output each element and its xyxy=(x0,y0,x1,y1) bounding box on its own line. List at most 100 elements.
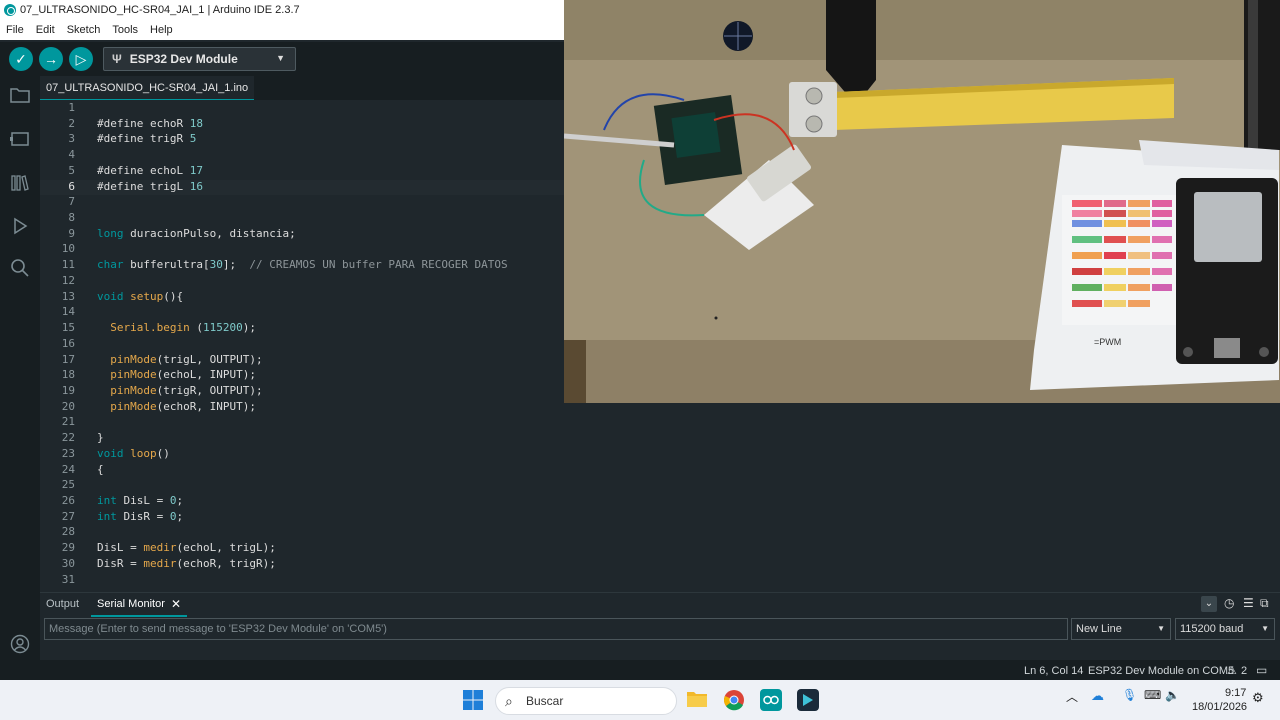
line-number: 15 xyxy=(61,321,75,335)
menu-tools[interactable]: Tools xyxy=(106,24,144,36)
board-selector[interactable]: Ψ ESP32 Dev Module ▼ xyxy=(103,47,296,71)
activity-sidebar xyxy=(0,76,40,680)
debug-panel-icon[interactable] xyxy=(9,215,31,237)
line-number: 18 xyxy=(61,368,75,382)
code-line[interactable]: 26 int DisL = 0; xyxy=(40,494,564,509)
close-icon[interactable]: ✕ xyxy=(171,597,181,611)
network-icon[interactable]: ⌨ xyxy=(1144,688,1161,702)
code-line[interactable]: 1 xyxy=(40,101,564,116)
chevron-down-icon: ▼ xyxy=(1157,624,1165,633)
tab-serial-monitor[interactable]: Serial Monitor xyxy=(97,598,165,610)
upload-button[interactable]: → xyxy=(39,47,63,71)
line-number: 31 xyxy=(61,572,75,586)
line-number: 8 xyxy=(68,211,75,225)
arduino-ide-taskbar-icon[interactable] xyxy=(760,689,782,711)
windows-start-icon[interactable] xyxy=(463,690,483,710)
menu-sketch[interactable]: Sketch xyxy=(61,24,107,36)
code-line[interactable]: 19 pinMode(trigR, OUTPUT); xyxy=(40,384,564,399)
debug-button[interactable]: ▷ xyxy=(69,47,93,71)
code-line[interactable]: 6 #define trigL 16 xyxy=(40,179,564,195)
bottom-panel-tabs: Output Serial Monitor ✕ ⌄ ◷ ☰ ⧉ xyxy=(40,592,1280,617)
code-text: pinMode(trigR, OUTPUT); xyxy=(110,383,263,397)
code-line[interactable]: 5 #define echoL 17 xyxy=(40,164,564,179)
code-line[interactable]: 20 pinMode(echoR, INPUT); xyxy=(40,400,564,415)
line-number: 14 xyxy=(61,305,75,319)
account-icon[interactable] xyxy=(9,633,31,655)
code-text: long duracionPulso, distancia; xyxy=(97,226,296,240)
code-line[interactable]: 8 xyxy=(40,211,564,226)
code-line[interactable]: 12 xyxy=(40,274,564,289)
taskbar-search[interactable]: ⌕ Buscar xyxy=(495,687,677,715)
code-line[interactable]: 18 pinMode(echoL, INPUT); xyxy=(40,368,564,383)
code-line[interactable]: 27 int DisR = 0; xyxy=(40,510,564,525)
library-icon[interactable] xyxy=(9,172,31,194)
cursor-position[interactable]: Ln 6, Col 14 xyxy=(1024,665,1083,677)
code-line[interactable]: 25 xyxy=(40,478,564,493)
windows-taskbar: ⌕ Buscar ︿ ☁ 🎙 ⌨ 🔈 9:17 18/01/2026 ⚙ xyxy=(0,680,1280,720)
taskbar-date[interactable]: 18/01/2026 xyxy=(1192,701,1247,713)
code-line[interactable]: 21 xyxy=(40,415,564,430)
window-title: 07_ULTRASONIDO_HC-SR04_JAI_1 | Arduino I… xyxy=(20,4,300,16)
folder-icon[interactable] xyxy=(9,84,31,106)
code-line[interactable]: 16 xyxy=(40,337,564,352)
board-port-status[interactable]: ESP32 Dev Module on COM5 xyxy=(1088,665,1234,677)
code-line[interactable]: 15 Serial.begin (115200); xyxy=(40,321,564,336)
search-icon[interactable] xyxy=(9,257,31,279)
menu-file[interactable]: File xyxy=(0,24,30,36)
code-line[interactable]: 31 xyxy=(40,573,564,588)
code-text: } xyxy=(97,431,104,445)
pinout-pwm-label: =PWM xyxy=(1094,337,1121,347)
line-number: 25 xyxy=(61,478,75,492)
notification-bell-icon[interactable]: ⚙ xyxy=(1252,690,1264,706)
line-number: 22 xyxy=(61,431,75,445)
line-ending-select[interactable]: New Line ▼ xyxy=(1071,618,1171,640)
chrome-icon[interactable] xyxy=(723,689,745,711)
menu-edit[interactable]: Edit xyxy=(30,24,61,36)
code-line[interactable]: 14 xyxy=(40,305,564,320)
code-line[interactable]: 23 void loop() xyxy=(40,447,564,462)
menu-help[interactable]: Help xyxy=(144,24,179,36)
microphone-icon[interactable]: 🎙 xyxy=(1122,688,1137,702)
code-line[interactable]: 2 #define echoR 18 xyxy=(40,117,564,132)
tab-sketch-file[interactable]: 07_ULTRASONIDO_HC-SR04_JAI_1.ino xyxy=(40,76,255,100)
arduino-logo-icon xyxy=(4,4,16,16)
code-line[interactable]: 29 DisL = medir(echoL, trigL); xyxy=(40,541,564,556)
code-line[interactable]: 4 xyxy=(40,148,564,163)
code-line[interactable]: 22} xyxy=(40,431,564,446)
workbench-photo: =PWM xyxy=(564,0,1280,403)
code-editor[interactable]: 1 2 #define echoR 18 3 #define trigR 5 4 5 #def… xyxy=(40,100,564,590)
code-line[interactable]: 13 void setup(){ xyxy=(40,290,564,305)
code-line[interactable]: 11 char bufferultra[30]; // CREAMOS UN bu… xyxy=(40,258,564,273)
code-line[interactable]: 9 long duracionPulso, distancia; xyxy=(40,227,564,242)
autoscroll-icon[interactable]: ⌄ xyxy=(1201,596,1217,612)
code-line[interactable]: 7 xyxy=(40,195,564,210)
line-number: 11 xyxy=(61,258,75,272)
onedrive-icon[interactable]: ☁ xyxy=(1091,688,1104,704)
copy-icon[interactable]: ⧉ xyxy=(1260,596,1269,611)
code-line[interactable]: 24 { xyxy=(40,463,564,478)
code-line[interactable]: 17 pinMode(trigL, OUTPUT); xyxy=(40,353,564,368)
timestamp-icon[interactable]: ◷ xyxy=(1224,596,1234,610)
file-explorer-icon[interactable] xyxy=(686,689,708,709)
code-line[interactable]: 3 #define trigR 5 xyxy=(40,132,564,147)
clear-output-icon[interactable]: ☰ xyxy=(1243,596,1254,610)
code-line[interactable]: 28 xyxy=(40,525,564,540)
code-text: int DisL = 0; xyxy=(97,494,184,507)
board-manager-icon[interactable] xyxy=(9,128,31,150)
verify-button[interactable]: ✓ xyxy=(9,47,33,71)
tab-output[interactable]: Output xyxy=(46,598,79,610)
code-text: Serial.begin (115200); xyxy=(110,321,256,335)
tray-chevron-up-icon[interactable]: ︿ xyxy=(1066,688,1078,705)
volume-icon[interactable]: 🔈 xyxy=(1165,688,1180,702)
line-number: 2 xyxy=(68,116,75,130)
code-line[interactable]: 30 DisR = medir(echoR, trigR); xyxy=(40,557,564,572)
code-line[interactable]: 10 xyxy=(40,242,564,257)
serial-message-input[interactable]: Message (Enter to send message to 'ESP32… xyxy=(44,618,1068,640)
check-icon: ✓ xyxy=(15,50,27,67)
taskbar-time[interactable]: 9:17 xyxy=(1225,687,1246,699)
code-text: void loop() xyxy=(97,446,170,460)
notification-icon[interactable]: ⚠ xyxy=(1227,664,1237,677)
baud-rate-select[interactable]: 115200 baud ▼ xyxy=(1175,618,1275,640)
panel-toggle-icon[interactable]: ▭ xyxy=(1256,663,1267,677)
app-taskbar-icon[interactable] xyxy=(797,689,819,711)
